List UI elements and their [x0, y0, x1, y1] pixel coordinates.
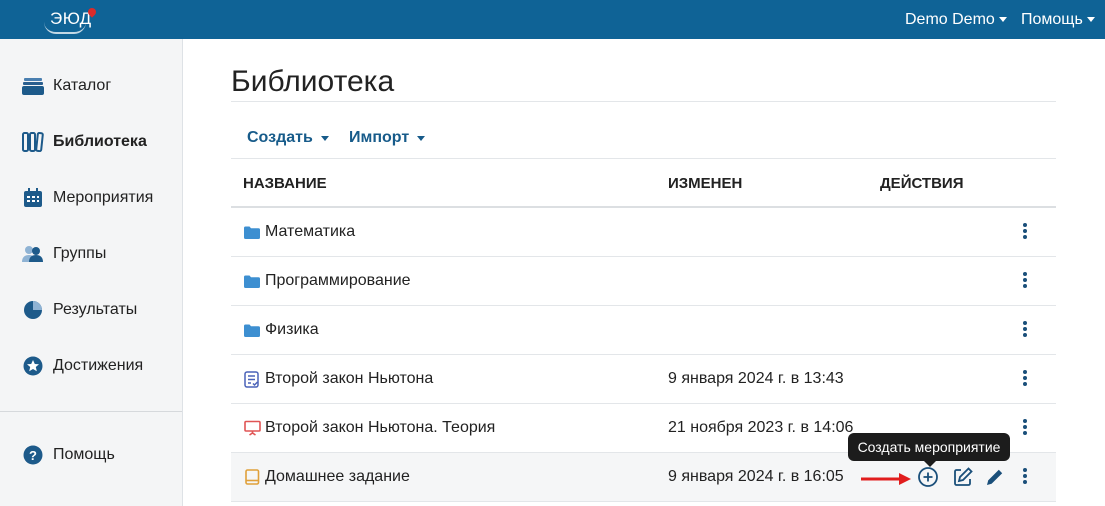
pie-chart-icon — [22, 299, 44, 321]
row-name[interactable]: Физика — [243, 321, 319, 339]
chevron-down-icon — [320, 135, 329, 141]
user-menu-label: Demo Demo — [905, 10, 995, 28]
sidebar-item-catalog[interactable]: Каталог — [22, 75, 111, 97]
table-row[interactable]: Программирование — [231, 257, 1056, 306]
svg-text:?: ? — [29, 448, 37, 463]
row-name[interactable]: Домашнее задание — [243, 468, 410, 486]
sidebar-item-label: Группы — [53, 245, 107, 262]
folder-icon — [243, 223, 261, 241]
sidebar-item-results[interactable]: Результаты — [22, 299, 137, 321]
row-name[interactable]: Второй закон Ньютона — [243, 370, 433, 388]
row-name-label: Второй закон Ньютона. Теория — [265, 419, 496, 436]
table-header: НАЗВАНИЕ ИЗМЕНЕН ДЕЙСТВИЯ — [231, 158, 1056, 208]
annotation-arrow-icon — [861, 472, 913, 486]
import-dropdown-button[interactable]: Импорт — [349, 129, 426, 147]
user-menu[interactable]: Demo Demo — [905, 0, 1007, 39]
more-options-icon[interactable] — [1019, 368, 1031, 392]
row-name-label: Домашнее задание — [265, 468, 410, 485]
create-dropdown-button[interactable]: Создать — [247, 129, 329, 147]
book-icon — [243, 468, 261, 486]
row-name-label: Физика — [265, 321, 319, 338]
star-badge-icon — [22, 355, 44, 377]
sidebar-item-label: Библиотека — [53, 133, 147, 150]
table-row[interactable]: Второй закон Ньютона 9 января 2024 г. в … — [231, 355, 1056, 404]
sidebar-item-label: Помощь — [53, 446, 115, 463]
page-title: Библиотека — [231, 65, 395, 98]
calendar-icon — [22, 187, 44, 209]
row-name-label: Второй закон Ньютона — [265, 370, 434, 387]
row-name[interactable]: Второй закон Ньютона. Теория — [243, 419, 495, 437]
column-header-actions: ДЕЙСТВИЯ — [880, 175, 964, 192]
chevron-down-icon — [1086, 17, 1095, 22]
sidebar-item-label: Достижения — [53, 357, 144, 374]
tooltip: Создать мероприятие — [848, 433, 1010, 461]
row-name-label: Математика — [265, 223, 356, 240]
create-label: Создать — [247, 129, 313, 146]
logo-text: ЭЮД — [50, 9, 92, 28]
row-modified: 9 января 2024 г. в 13:43 — [668, 370, 844, 387]
pencil-icon[interactable] — [983, 465, 1007, 489]
sidebar-divider — [0, 411, 182, 412]
sidebar-item-events[interactable]: Мероприятия — [22, 187, 153, 209]
library-books-icon — [22, 131, 44, 153]
app-logo[interactable]: ЭЮД — [44, 4, 108, 34]
row-name[interactable]: Программирование — [243, 272, 411, 290]
users-icon — [22, 243, 44, 265]
row-modified: 21 ноября 2023 г. в 14:06 — [668, 419, 854, 436]
edit-square-icon[interactable] — [951, 465, 975, 489]
title-divider — [231, 101, 1056, 102]
catalog-tray-icon — [22, 75, 44, 97]
row-name-label: Программирование — [265, 272, 411, 289]
folder-icon — [243, 272, 261, 290]
table-row[interactable]: Математика — [231, 208, 1056, 257]
column-header-name[interactable]: НАЗВАНИЕ — [243, 175, 327, 192]
presentation-icon — [243, 419, 261, 437]
folder-icon — [243, 321, 261, 339]
more-options-icon[interactable] — [1019, 270, 1031, 294]
help-menu-label: Помощь — [1021, 10, 1083, 28]
sidebar-item-label: Каталог — [53, 77, 112, 94]
row-name[interactable]: Математика — [243, 223, 355, 241]
sidebar-item-label: Результаты — [53, 301, 138, 318]
table-row[interactable]: Физика — [231, 306, 1056, 355]
sidebar-item-achievements[interactable]: Достижения — [22, 355, 143, 377]
sidebar-item-help[interactable]: ? Помощь — [22, 444, 115, 466]
sidebar-item-label: Мероприятия — [53, 189, 154, 206]
create-event-icon[interactable] — [916, 465, 940, 489]
column-header-modified[interactable]: ИЗМЕНЕН — [668, 175, 742, 192]
sidebar-item-library[interactable]: Библиотека — [22, 131, 147, 153]
top-bar: ЭЮД Demo Demo Помощь — [0, 0, 1105, 39]
more-options-icon[interactable] — [1019, 221, 1031, 245]
help-menu[interactable]: Помощь — [1021, 0, 1095, 39]
more-options-icon[interactable] — [1019, 319, 1031, 343]
question-circle-icon: ? — [22, 444, 44, 466]
more-options-icon[interactable] — [1019, 466, 1031, 490]
row-modified: 9 января 2024 г. в 16:05 — [668, 468, 844, 485]
chevron-down-icon — [417, 135, 426, 141]
sidebar: Каталог Библиотека Мероприятия Группы Ре… — [0, 39, 183, 506]
test-checklist-icon — [243, 370, 261, 388]
chevron-down-icon — [998, 17, 1007, 22]
tooltip-arrow — [924, 461, 936, 467]
import-label: Импорт — [349, 129, 410, 146]
more-options-icon[interactable] — [1019, 417, 1031, 441]
sidebar-item-groups[interactable]: Группы — [22, 243, 106, 265]
